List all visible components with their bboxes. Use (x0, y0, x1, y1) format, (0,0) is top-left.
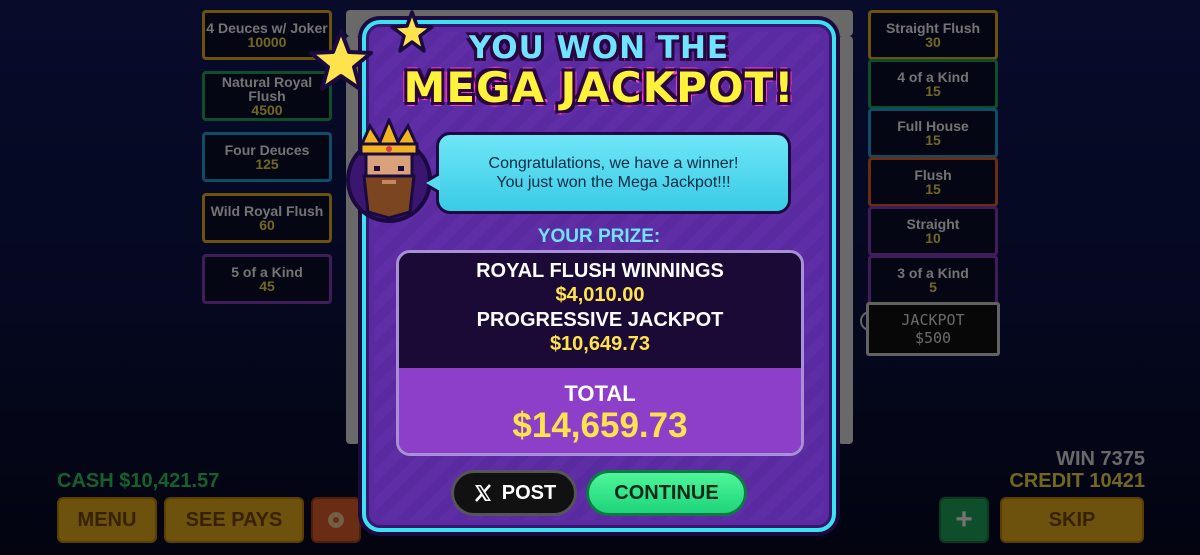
star-icon (309, 29, 373, 91)
king-avatar-icon (346, 118, 432, 223)
paytable-payout: 60 (259, 217, 275, 233)
paytable-hand-name: Wild Royal Flush (210, 203, 324, 219)
modal-title-line2: MEGA JACKPOT! (403, 63, 795, 112)
progressive-value: $10,649.73 (549, 333, 651, 355)
paytable-payout: 15 (925, 83, 941, 99)
message-line2: You just won the Mega Jackpot!!! (496, 174, 731, 191)
paytable-row: Four Deuces 125 (202, 132, 332, 182)
paytable-payout: 125 (255, 156, 279, 172)
message-line1: Congratulations, we have a winner! (488, 155, 739, 172)
jackpot-label: JACKPOT (901, 311, 965, 329)
plus-label: + (955, 503, 973, 536)
paytable-row: Full House 15 (868, 108, 998, 158)
menu-button-label: MENU (77, 508, 137, 531)
paytable-hand-name: Flush (914, 167, 952, 183)
gear-icon (328, 512, 344, 528)
message-bubble: Congratulations, we have a winner! You j… (436, 132, 791, 214)
bubble-tail-fill (426, 175, 440, 191)
royal-flush-value: $4,010.00 (555, 284, 645, 306)
skip-button[interactable]: SKIP (1000, 497, 1144, 543)
paytable-row: Wild Royal Flush 60 (202, 193, 332, 243)
paytable-row: 3 of a Kind 5 (868, 255, 998, 305)
paytable-row: 5 of a Kind 45 (202, 254, 332, 304)
post-button[interactable]: POST (451, 470, 577, 516)
paytable-payout: 4500 (251, 102, 283, 118)
cash-display: CASH $10,421.57 (57, 470, 220, 492)
card-column-right (838, 36, 853, 444)
credit-display: CREDIT 10421 (1009, 470, 1145, 492)
total-value: $14,659.73 (512, 406, 688, 445)
paytable-hand-name: 4 of a Kind (897, 69, 969, 85)
win-display: WIN 7375 (1056, 448, 1145, 470)
continue-button-label: CONTINUE (614, 481, 719, 504)
paytable-payout: 10000 (247, 34, 287, 50)
royal-flush-label: ROYAL FLUSH WINNINGS (476, 260, 724, 282)
paytable-row: Straight Flush 30 (868, 10, 998, 60)
post-button-label: POST (501, 481, 557, 504)
card-column-left (346, 36, 360, 444)
see-pays-button-label: SEE PAYS (185, 508, 283, 531)
see-pays-button[interactable]: SEE PAYS (164, 497, 304, 543)
paytable-payout: 5 (929, 279, 937, 295)
paytable-row: 4 of a Kind 15 (868, 59, 998, 109)
prize-total: TOTAL $14,659.73 (399, 368, 801, 453)
paytable-hand-name: Straight (906, 216, 960, 232)
add-credits-button[interactable]: + (939, 497, 989, 543)
menu-button[interactable]: MENU (57, 497, 157, 543)
paytable-payout: 45 (259, 278, 275, 294)
continue-button[interactable]: CONTINUE (586, 470, 747, 516)
settings-button[interactable] (311, 497, 361, 543)
paytable-hand-name: Four Deuces (224, 142, 310, 158)
paytable-payout: 10 (925, 230, 941, 246)
progressive-label: PROGRESSIVE JACKPOT (476, 309, 724, 331)
paytable-hand-name: Full House (897, 118, 969, 134)
paytable-row: Flush 15 (868, 157, 998, 207)
x-logo-icon (474, 484, 491, 502)
paytable-payout: 15 (925, 181, 941, 197)
total-label: TOTAL (564, 381, 636, 406)
jackpot-display: JACKPOT $500 (866, 302, 1000, 356)
star-icon-small (390, 10, 434, 53)
paytable-row: Straight 10 (868, 206, 998, 256)
paytable-hand-name: Straight Flush (885, 20, 981, 36)
skip-button-label: SKIP (1048, 508, 1096, 531)
paytable-hand-name: 3 of a Kind (897, 265, 969, 281)
paytable-hand-name: 5 of a Kind (231, 264, 303, 280)
prize-heading: YOUR PRIZE: (537, 226, 661, 247)
paytable-payout: 15 (925, 132, 941, 148)
jackpot-value: $500 (914, 329, 952, 347)
paytable-payout: 30 (925, 34, 941, 50)
prize-panel: ROYAL FLUSH WINNINGS $4,010.00 PROGRESSI… (396, 250, 804, 456)
prize-breakdown: ROYAL FLUSH WINNINGS $4,010.00 PROGRESSI… (399, 253, 801, 368)
